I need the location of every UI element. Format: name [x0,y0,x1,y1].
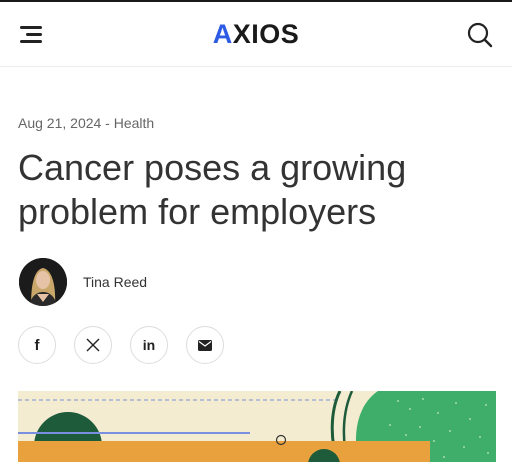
x-icon [86,338,100,352]
share-facebook-button[interactable]: f [18,326,56,364]
share-linkedin-button[interactable]: in [130,326,168,364]
author-name[interactable]: Tina Reed [83,274,147,290]
category-link[interactable]: Health [114,115,154,131]
facebook-icon: f [34,336,40,354]
site-header: AXIOS [0,2,512,67]
share-x-button[interactable] [74,326,112,364]
search-button[interactable] [466,21,494,49]
logo-text: XIOS [232,19,300,49]
envelope-icon [198,339,212,351]
logo-accent: A [212,19,233,49]
avatar[interactable] [19,258,67,306]
hero-illustration [18,391,496,462]
article-date: Aug 21, 2024 [18,115,102,131]
axios-logo[interactable]: AXIOS [0,17,512,51]
search-icon [467,22,493,48]
author-photo [19,258,67,306]
meta-separator: - [101,115,114,131]
article-headline: Cancer poses a growing problem for emplo… [18,147,407,232]
article-meta: Aug 21, 2024 - Health [18,115,154,131]
hero-illustration-art [18,391,496,462]
share-email-button[interactable] [186,326,224,364]
linkedin-icon: in [142,337,156,353]
